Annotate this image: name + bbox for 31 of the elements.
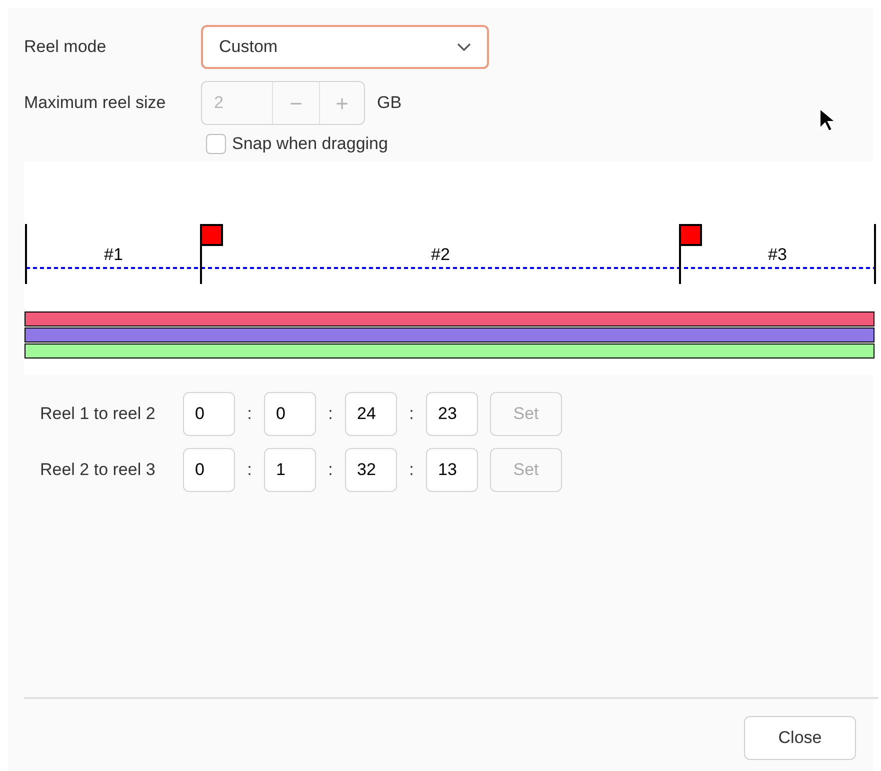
time-field[interactable]: 1 — [264, 448, 316, 492]
time-field[interactable]: 13 — [426, 448, 478, 492]
reel-label: #3 — [768, 245, 787, 264]
reel-mode-label: Reel mode — [24, 36, 108, 58]
separator-label: : — [246, 403, 253, 426]
chevron-down-icon — [457, 42, 471, 52]
flag-icon[interactable] — [200, 224, 223, 284]
separator-label: : — [327, 459, 334, 482]
time-field[interactable]: 23 — [426, 392, 478, 436]
unit-label: GB — [377, 92, 402, 114]
snap-checkbox[interactable]: Snap when dragging — [206, 131, 388, 157]
time-field[interactable]: 32 — [345, 448, 397, 492]
reel-end-marker — [25, 224, 27, 284]
time-field[interactable]: 0 — [183, 392, 235, 436]
time-field[interactable]: 24 — [345, 392, 397, 436]
time-field[interactable]: 0 — [183, 448, 235, 492]
separator-label: : — [408, 459, 415, 482]
reel-mode-dropdown[interactable]: Custom — [201, 25, 489, 69]
reel-end-marker — [874, 224, 876, 284]
separator-label: : — [408, 403, 415, 426]
reel-label: #2 — [431, 245, 450, 264]
flag-icon[interactable] — [679, 224, 702, 284]
reel-label: #1 — [104, 245, 123, 264]
mouse-cursor-icon — [819, 108, 835, 132]
separator-label: : — [246, 459, 253, 482]
time-field[interactable]: 0 — [264, 392, 316, 436]
max-reel-size-label: Maximum reel size — [24, 92, 167, 114]
close-button[interactable]: Close — [744, 716, 856, 760]
boundary-label: Reel 1 to reel 2 — [40, 403, 156, 426]
boundary-label: Reel 2 to reel 3 — [40, 459, 156, 482]
separator-label: : — [327, 403, 334, 426]
